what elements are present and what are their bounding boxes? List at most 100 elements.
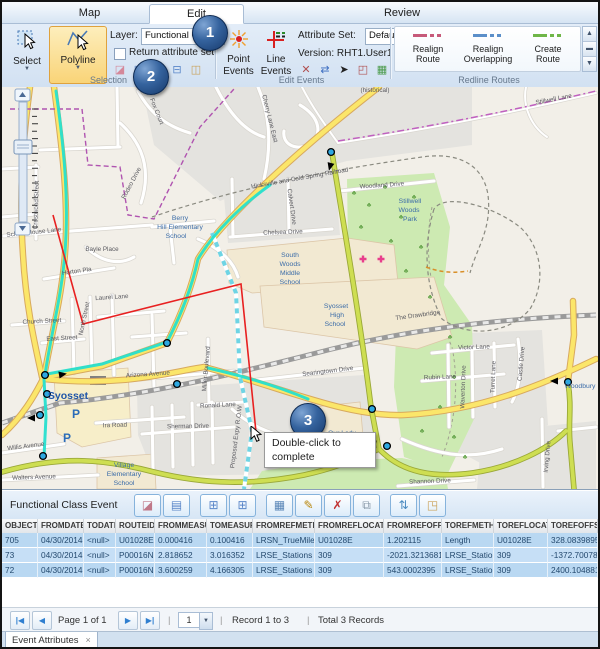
edit-events-group-label: Edit Events — [215, 75, 388, 85]
map-label: Sherman Drive — [167, 423, 210, 431]
table-cell: U01028E — [315, 533, 384, 548]
map-label: School — [280, 279, 301, 286]
redline-dash-icon — [413, 31, 443, 41]
route-vertex-marker[interactable] — [384, 443, 391, 450]
table-cell: 72 — [2, 563, 38, 578]
table-cell: <null> — [84, 533, 116, 548]
column-header-routeid[interactable]: ROUTEID — [116, 519, 155, 533]
prev-page-button[interactable]: ◀ — [32, 611, 52, 630]
table-cell: 04/30/2014 — [38, 533, 84, 548]
tree-icon: ♣ — [367, 202, 372, 209]
clear-selection-icon[interactable]: ◪ — [134, 494, 161, 517]
redline-realign-overlapping-button[interactable]: RealignOverlapping — [459, 29, 517, 64]
tab-event-attributes[interactable]: Event Attributes× — [5, 632, 98, 649]
map-label: South — [281, 252, 299, 259]
table-row[interactable]: 7204/30/2014<null>P00016N3.6002594.16630… — [2, 563, 598, 578]
select-dropdown-carat[interactable]: ▼ — [8, 67, 46, 71]
zoom-track[interactable] — [19, 102, 27, 222]
column-header-tomeasure[interactable]: TOMEASURE — [207, 519, 253, 533]
table-cell: 3.600259 — [155, 563, 207, 578]
map-label: Syosset — [324, 303, 348, 310]
scroll-up-icon[interactable]: ▲ — [583, 27, 596, 42]
point-events-icon — [227, 42, 251, 53]
table-cell: LRSE_Stations — [253, 548, 315, 563]
map-label: Walters Avenue — [12, 473, 56, 482]
column-header-fromrefmethod[interactable]: FROMREFMETHOD — [253, 519, 315, 533]
column-header-torefoffset[interactable]: TOREFOFFSET — [548, 519, 598, 533]
edit-attributes-icon[interactable]: ✎ — [295, 494, 322, 517]
map-label: Hill Elementary — [157, 224, 203, 231]
group-divider — [390, 27, 392, 79]
map-label: Turret Lane — [489, 360, 497, 393]
copy-icon[interactable]: ⧉ — [353, 494, 380, 517]
column-header-todate[interactable]: TODATE — [84, 519, 116, 533]
delete-icon[interactable]: ✗ — [324, 494, 351, 517]
return-attribute-checkbox[interactable] — [114, 48, 126, 60]
scroll-thumb[interactable]: ▬ — [583, 42, 596, 57]
ribbon: Map Edit Review Select ▼ Polyline ▼ Laye… — [2, 2, 598, 88]
scroll-down-icon[interactable]: ▼ — [583, 57, 596, 71]
column-header-objectid[interactable]: OBJECTID — [2, 519, 38, 533]
last-page-button[interactable]: ▶| — [140, 611, 160, 630]
map-label: Chelsea Drive — [263, 228, 303, 236]
add-window-left-icon[interactable]: ⊞ — [200, 494, 227, 517]
table-row[interactable]: 7304/30/2014<null>P00016N2.8186523.01635… — [2, 548, 598, 563]
route-vertex-marker[interactable] — [164, 340, 171, 347]
map-label: High — [330, 312, 344, 319]
map-label: School — [114, 480, 135, 487]
table-cell: 543.0002395 — [384, 563, 442, 578]
tree-icon: ♣ — [389, 238, 394, 245]
table-cell: -2021.3213681 — [384, 548, 442, 563]
redline-create-route-button[interactable]: CreateRoute — [519, 29, 577, 64]
column-header-toreflocation[interactable]: TOREFLOCATION — [494, 519, 548, 533]
table-cell: 3.016352 — [207, 548, 253, 563]
next-page-button[interactable]: ▶ — [118, 611, 138, 630]
table-header-row: OBJECTIDFROMDATETODATEROUTEIDFROMMEASURE… — [2, 519, 598, 534]
map-label: Park — [403, 216, 418, 223]
total-records-label: Total 3 Records — [318, 615, 384, 626]
route-vertex-marker[interactable] — [174, 381, 181, 388]
map-label: Stillwell Lane — [535, 92, 573, 106]
table-cell: 2.818652 — [155, 548, 207, 563]
redline-realign-route-button[interactable]: RealignRoute — [399, 29, 457, 64]
column-header-torefmethod[interactable]: TOREFMETHOD — [442, 519, 494, 533]
sort-icon[interactable]: ⇅ — [390, 494, 417, 517]
column-header-fromdate[interactable]: FROMDATE — [38, 519, 84, 533]
map-label: Victor Lane — [458, 343, 490, 351]
panel-tab-strip: Event Attributes× — [2, 631, 598, 649]
column-header-fromreflocation[interactable]: FROMREFLOCATION — [315, 519, 384, 533]
select-icon — [15, 44, 39, 55]
tree-icon: ♣ — [359, 224, 364, 231]
map-label: (historical) — [360, 87, 389, 94]
zoom-handle[interactable] — [14, 140, 32, 154]
route-vertex-marker[interactable] — [42, 372, 49, 379]
parking-icon: P — [63, 431, 71, 445]
version-label: Version: RHT1.User1 — [298, 48, 392, 59]
tree-icon: ♣ — [463, 454, 468, 461]
route-vertex-marker[interactable] — [40, 453, 47, 460]
show-table-icon[interactable]: ▤ — [163, 494, 190, 517]
page-number-dropdown[interactable]: ▼ — [199, 612, 213, 630]
polyline-dropdown-carat[interactable]: ▼ — [50, 66, 106, 70]
tab-review[interactable]: Review — [357, 4, 447, 22]
column-header-frommeasure[interactable]: FROMMEASURE — [155, 519, 207, 533]
first-page-button[interactable]: |◀ — [10, 611, 30, 630]
route-vertex-marker[interactable] — [369, 406, 376, 413]
map-label: School — [325, 321, 346, 328]
close-tab-icon[interactable]: × — [86, 635, 91, 645]
save-icon[interactable]: ▦ — [266, 494, 293, 517]
select-button[interactable]: Select ▼ — [7, 27, 47, 82]
pagination-bar: |◀ ◀ Page 1 of 1 ▶ ▶| | 1 ▼ | Record 1 t… — [2, 607, 598, 632]
tab-map[interactable]: Map — [52, 4, 127, 22]
route-vertex-marker[interactable] — [37, 412, 44, 419]
add-window-right-icon[interactable]: ⊞ — [229, 494, 256, 517]
line-events-button[interactable]: Line Events — [257, 27, 295, 82]
route-vertex-marker[interactable] — [328, 149, 335, 156]
open-form-icon[interactable]: ◳ — [419, 494, 446, 517]
page-number-input[interactable]: 1 — [178, 612, 200, 628]
map-label: Rubin Lane — [424, 373, 457, 381]
table-cell: 0.100416 — [207, 533, 253, 548]
line-events-icon — [264, 42, 288, 53]
column-header-fromrefoffset[interactable]: FROMREFOFFSET — [384, 519, 442, 533]
table-row[interactable]: 70504/30/2014<null>U01028E0.0004160.1004… — [2, 533, 598, 548]
